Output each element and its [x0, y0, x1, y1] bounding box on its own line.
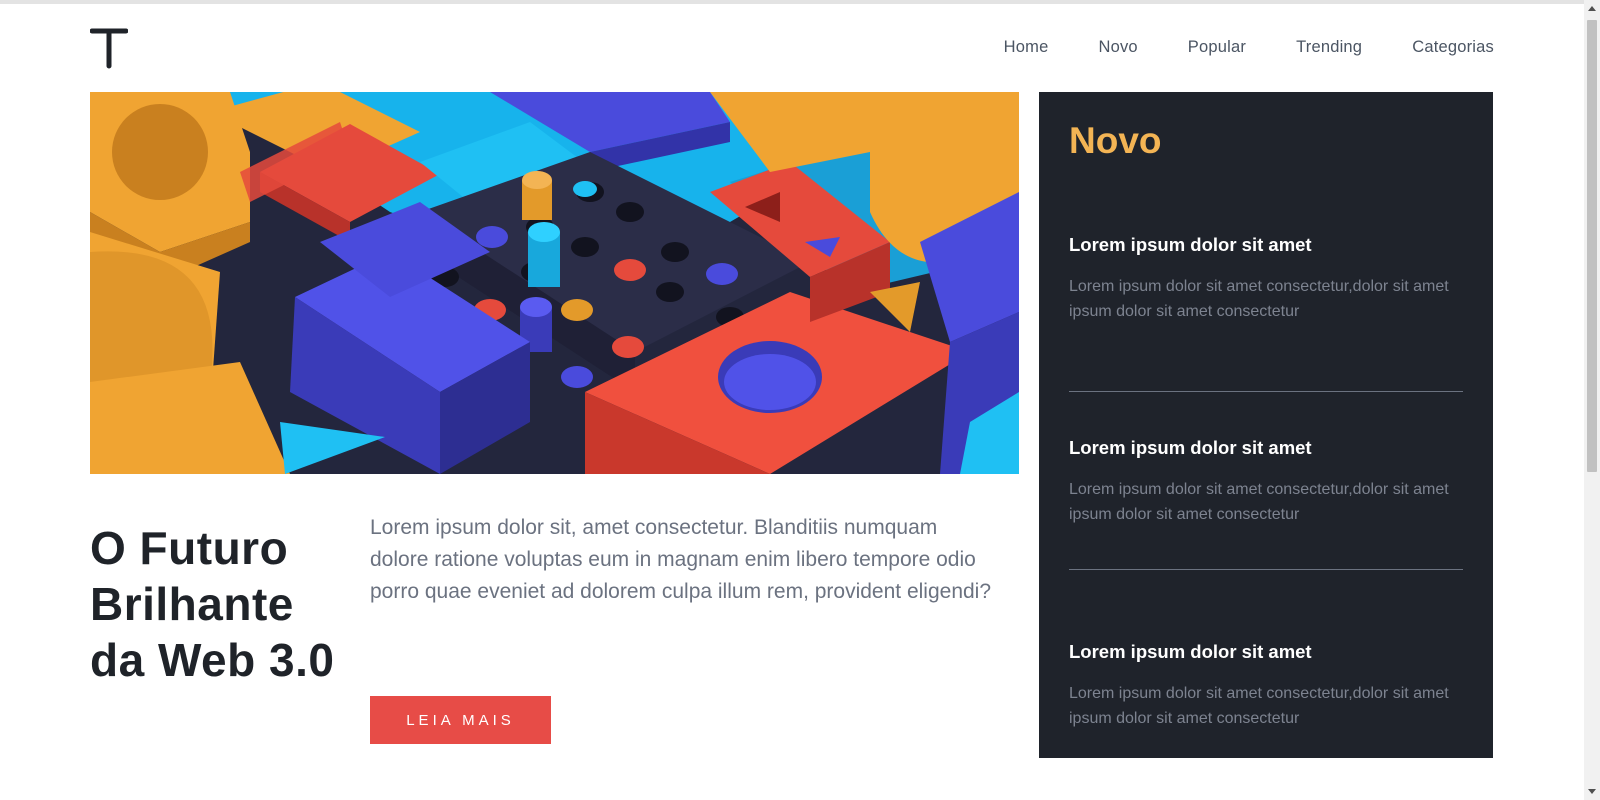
sidebar-article[interactable]: Lorem ipsum dolor sit amet Lorem ipsum d…: [1069, 641, 1463, 731]
nav-link-popular[interactable]: Popular: [1188, 38, 1246, 57]
sidebar-article-title[interactable]: Lorem ipsum dolor sit amet: [1069, 641, 1463, 663]
hero-title: O Futuro Brilhante da Web 3.0: [90, 522, 335, 686]
scroll-thumb[interactable]: [1587, 20, 1597, 472]
read-more-button[interactable]: LEIA MAIS: [370, 696, 551, 744]
scroll-up-arrow-icon[interactable]: [1588, 6, 1596, 11]
abstract-3d-blocks-image: [90, 92, 1019, 474]
nav-link-trending[interactable]: Trending: [1296, 38, 1362, 57]
nav-link-novo[interactable]: Novo: [1098, 38, 1137, 57]
sidebar-article[interactable]: Lorem ipsum dolor sit amet Lorem ipsum d…: [1069, 437, 1463, 527]
news-sidebar: Novo Lorem ipsum dolor sit amet Lorem ip…: [1039, 92, 1493, 758]
hero-image: [90, 92, 1019, 474]
browser-top-border: [0, 0, 1584, 4]
sidebar-article-excerpt: Lorem ipsum dolor sit amet consectetur,d…: [1069, 481, 1449, 523]
divider: [1069, 391, 1463, 392]
nav-link-home[interactable]: Home: [1004, 38, 1049, 57]
site-logo[interactable]: [89, 26, 129, 70]
sidebar-article-title[interactable]: Lorem ipsum dolor sit amet: [1069, 234, 1463, 256]
scroll-down-arrow-icon[interactable]: [1588, 789, 1596, 794]
sidebar-article-excerpt: Lorem ipsum dolor sit amet consectetur,d…: [1069, 278, 1449, 320]
sidebar-title: Novo: [1069, 120, 1162, 161]
main-nav: Home Novo Popular Trending Categorias: [1004, 38, 1494, 57]
nav-link-categorias[interactable]: Categorias: [1412, 38, 1494, 57]
sidebar-article-excerpt: Lorem ipsum dolor sit amet consectetur,d…: [1069, 685, 1449, 727]
vertical-scrollbar[interactable]: [1584, 0, 1600, 800]
t-logo-icon: [89, 28, 129, 69]
sidebar-article[interactable]: Lorem ipsum dolor sit amet Lorem ipsum d…: [1069, 234, 1463, 324]
sidebar-article-title[interactable]: Lorem ipsum dolor sit amet: [1069, 437, 1463, 459]
hero-description: Lorem ipsum dolor sit, amet consectetur.…: [370, 516, 992, 603]
divider: [1069, 569, 1463, 570]
